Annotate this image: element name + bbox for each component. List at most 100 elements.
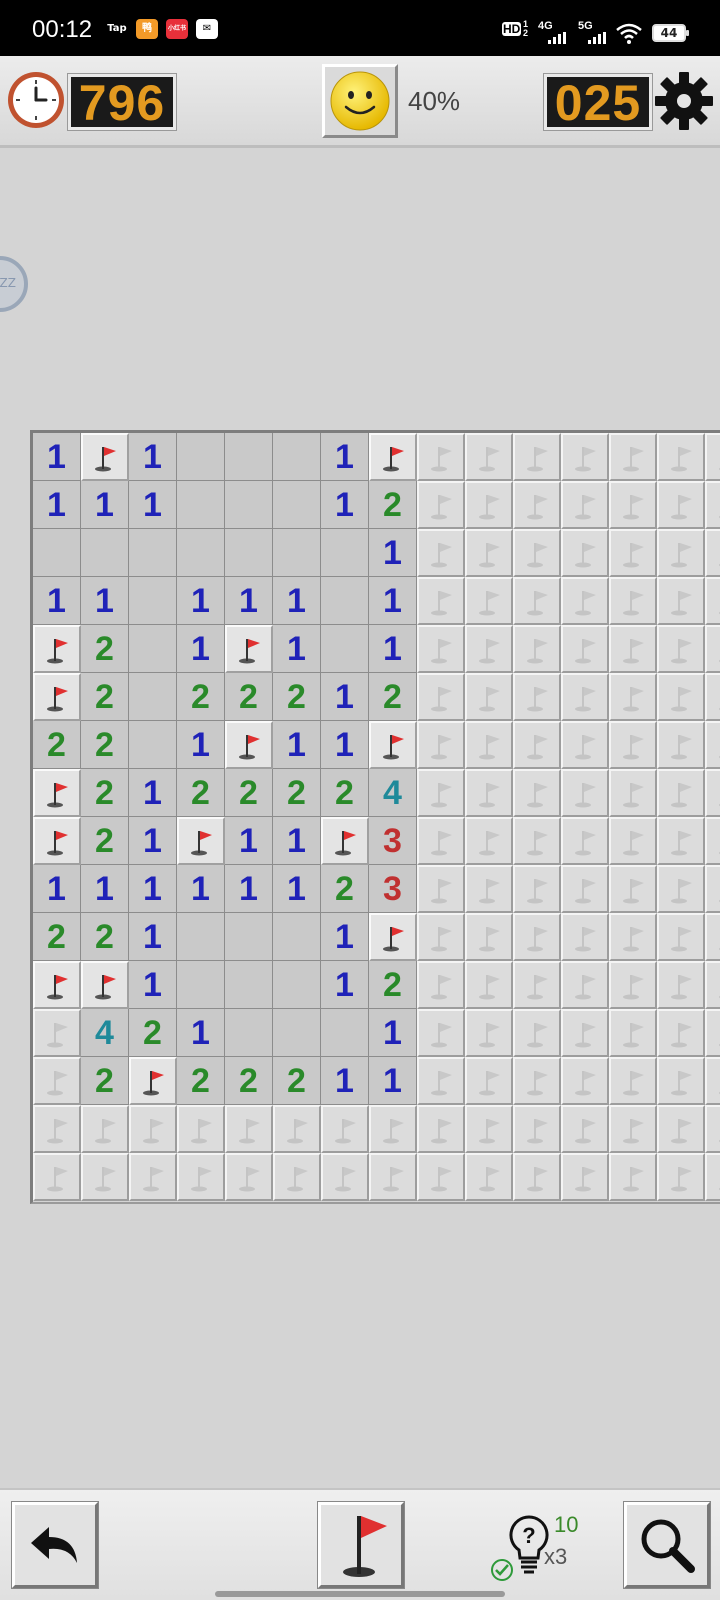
cell-number[interactable]: 1 xyxy=(369,577,417,625)
undo-button[interactable] xyxy=(12,1502,98,1588)
cell-unrevealed[interactable] xyxy=(657,865,705,913)
cell-unrevealed[interactable] xyxy=(417,673,465,721)
cell-unrevealed[interactable] xyxy=(609,961,657,1009)
cell-number[interactable]: 2 xyxy=(177,1057,225,1105)
cell-unrevealed[interactable] xyxy=(465,865,513,913)
cell-unrevealed[interactable] xyxy=(465,481,513,529)
cell-unrevealed[interactable] xyxy=(417,961,465,1009)
cell-revealed-empty[interactable] xyxy=(177,433,225,481)
cell-number[interactable]: 1 xyxy=(321,481,369,529)
cell-revealed-empty[interactable] xyxy=(273,961,321,1009)
cell-unrevealed[interactable] xyxy=(273,1153,321,1201)
cell-unrevealed[interactable] xyxy=(417,913,465,961)
cell-unrevealed[interactable] xyxy=(417,1105,465,1153)
cell-revealed-empty[interactable] xyxy=(273,433,321,481)
cell-revealed-empty[interactable] xyxy=(273,481,321,529)
cell-unrevealed[interactable] xyxy=(609,913,657,961)
cell-unrevealed[interactable] xyxy=(609,529,657,577)
cell-unrevealed[interactable] xyxy=(705,1105,720,1153)
cell-flagged[interactable] xyxy=(177,817,225,865)
cell-flagged[interactable] xyxy=(225,721,273,769)
cell-revealed-empty[interactable] xyxy=(321,625,369,673)
cell-unrevealed[interactable] xyxy=(177,1153,225,1201)
cell-unrevealed[interactable] xyxy=(513,433,561,481)
cell-number[interactable]: 1 xyxy=(225,865,273,913)
cell-unrevealed[interactable] xyxy=(657,961,705,1009)
cell-number[interactable]: 2 xyxy=(81,625,129,673)
cell-revealed-empty[interactable] xyxy=(273,1009,321,1057)
cell-unrevealed[interactable] xyxy=(225,1105,273,1153)
cell-number[interactable]: 1 xyxy=(225,577,273,625)
cell-revealed-empty[interactable] xyxy=(177,913,225,961)
cell-unrevealed[interactable] xyxy=(561,1057,609,1105)
cell-unrevealed[interactable] xyxy=(561,865,609,913)
cell-number[interactable]: 1 xyxy=(321,721,369,769)
cell-number[interactable]: 1 xyxy=(33,865,81,913)
cell-number[interactable]: 1 xyxy=(321,673,369,721)
cell-unrevealed[interactable] xyxy=(369,1105,417,1153)
cell-revealed-empty[interactable] xyxy=(129,529,177,577)
cell-unrevealed[interactable] xyxy=(513,577,561,625)
cell-unrevealed[interactable] xyxy=(561,625,609,673)
cell-number[interactable]: 3 xyxy=(369,817,417,865)
cell-unrevealed[interactable] xyxy=(417,481,465,529)
cell-unrevealed[interactable] xyxy=(417,529,465,577)
cell-revealed-empty[interactable] xyxy=(225,433,273,481)
cell-unrevealed[interactable] xyxy=(513,1057,561,1105)
cell-number[interactable]: 1 xyxy=(129,769,177,817)
cell-unrevealed[interactable] xyxy=(705,865,720,913)
cell-revealed-empty[interactable] xyxy=(129,577,177,625)
cell-unrevealed[interactable] xyxy=(561,481,609,529)
cell-unrevealed[interactable] xyxy=(609,1105,657,1153)
cell-number[interactable]: 1 xyxy=(273,817,321,865)
cell-number[interactable]: 2 xyxy=(225,769,273,817)
cell-flagged[interactable] xyxy=(225,625,273,673)
cell-unrevealed[interactable] xyxy=(561,961,609,1009)
cell-number[interactable]: 2 xyxy=(33,721,81,769)
cell-unrevealed[interactable] xyxy=(513,913,561,961)
cell-number[interactable]: 1 xyxy=(321,433,369,481)
cell-flagged[interactable] xyxy=(33,673,81,721)
cell-revealed-empty[interactable] xyxy=(177,961,225,1009)
cell-unrevealed[interactable] xyxy=(465,817,513,865)
cell-unrevealed[interactable] xyxy=(657,1057,705,1105)
cell-unrevealed[interactable] xyxy=(369,1153,417,1201)
cell-unrevealed[interactable] xyxy=(609,673,657,721)
cell-number[interactable]: 1 xyxy=(369,1057,417,1105)
cell-unrevealed[interactable] xyxy=(513,721,561,769)
cell-unrevealed[interactable] xyxy=(513,1009,561,1057)
cell-unrevealed[interactable] xyxy=(705,625,720,673)
cell-unrevealed[interactable] xyxy=(705,1057,720,1105)
cell-unrevealed[interactable] xyxy=(705,673,720,721)
cell-unrevealed[interactable] xyxy=(705,529,720,577)
cell-unrevealed[interactable] xyxy=(609,625,657,673)
cell-unrevealed[interactable] xyxy=(273,1105,321,1153)
cell-unrevealed[interactable] xyxy=(465,1057,513,1105)
cell-number[interactable]: 1 xyxy=(129,913,177,961)
cell-unrevealed[interactable] xyxy=(657,529,705,577)
cell-unrevealed[interactable] xyxy=(33,1057,81,1105)
cell-revealed-empty[interactable] xyxy=(129,625,177,673)
cell-number[interactable]: 4 xyxy=(369,769,417,817)
cell-unrevealed[interactable] xyxy=(705,961,720,1009)
cell-number[interactable]: 2 xyxy=(225,1057,273,1105)
cell-revealed-empty[interactable] xyxy=(225,529,273,577)
cell-unrevealed[interactable] xyxy=(513,865,561,913)
cell-number[interactable]: 1 xyxy=(129,865,177,913)
cell-number[interactable]: 2 xyxy=(369,481,417,529)
cell-unrevealed[interactable] xyxy=(417,625,465,673)
cell-revealed-empty[interactable] xyxy=(321,577,369,625)
cell-revealed-empty[interactable] xyxy=(273,913,321,961)
cell-number[interactable]: 1 xyxy=(33,577,81,625)
cell-number[interactable]: 2 xyxy=(321,865,369,913)
cell-revealed-empty[interactable] xyxy=(225,1009,273,1057)
cell-unrevealed[interactable] xyxy=(705,433,720,481)
gear-icon[interactable] xyxy=(654,71,714,131)
cell-number[interactable]: 1 xyxy=(321,1057,369,1105)
new-game-smiley-button[interactable] xyxy=(322,64,398,138)
cell-number[interactable]: 2 xyxy=(273,1057,321,1105)
cell-unrevealed[interactable] xyxy=(513,673,561,721)
cell-unrevealed[interactable] xyxy=(561,1105,609,1153)
cell-number[interactable]: 1 xyxy=(225,817,273,865)
cell-unrevealed[interactable] xyxy=(81,1153,129,1201)
